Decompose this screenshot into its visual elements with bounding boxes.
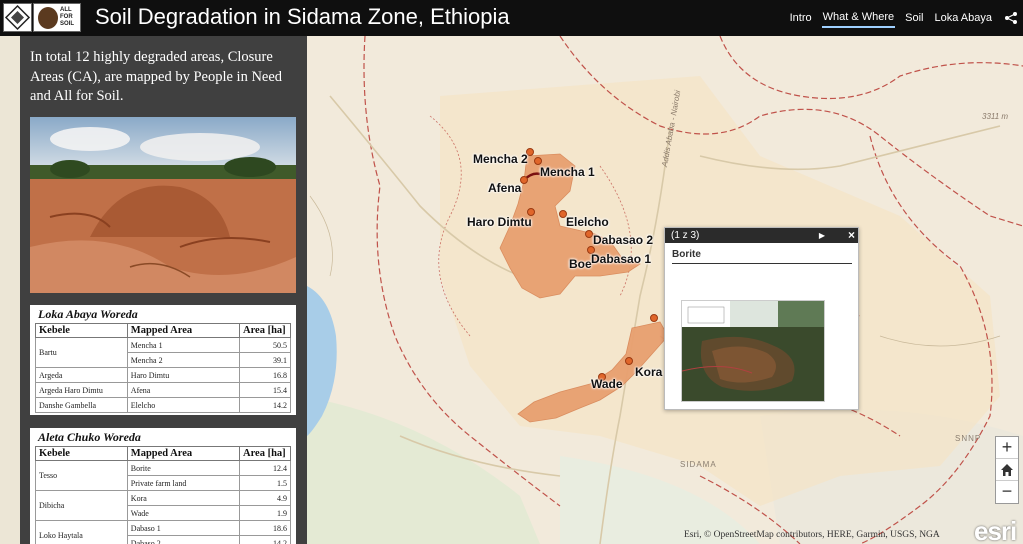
map-label-afena: Afena [488, 181, 522, 195]
popup-header: (1 z 3) ▶ × [665, 228, 858, 243]
eroded-soil-photo [30, 117, 296, 293]
column-header-kebele: Kebele [35, 446, 128, 461]
map-attribution[interactable]: Esri, © OpenStreetMap contributors, HERE… [684, 530, 940, 540]
column-header-mapped-area: Mapped Area [126, 446, 240, 461]
zoom-out-button[interactable]: − [996, 481, 1018, 503]
elevation-label: 3311 m [982, 112, 1009, 121]
map-label-haro-dimtu: Haro Dimtu [467, 215, 532, 229]
map-label-dabasao-1: Dabasao 1 [591, 252, 652, 266]
woreda-title: Loka Abaya Woreda [38, 307, 138, 321]
map-pin-mencha-1[interactable] [534, 157, 542, 165]
woreda-title: Aleta Chuko Woreda [38, 430, 141, 444]
nav-tab-loka-abaya[interactable]: Loka Abaya [934, 9, 994, 27]
map-label-mencha-2: Mencha 2 [473, 152, 528, 166]
zoom-controls: + − [995, 436, 1019, 504]
story-nav: Intro What & Where Soil Loka Abaya [789, 0, 1023, 36]
play-next-icon[interactable]: ▶ [819, 228, 825, 243]
nav-tab-what-where[interactable]: What & Where [821, 8, 896, 28]
app-header: ALL FOR SOIL Soil Degradation in Sidama … [0, 0, 1023, 36]
map-label-wade: Wade [591, 377, 623, 391]
nav-tab-intro[interactable]: Intro [789, 9, 813, 27]
close-icon[interactable]: × [848, 228, 855, 243]
table-row: Bartu Mencha 1 50.5 [35, 337, 292, 368]
region-label-snnp: SNNP [955, 434, 982, 443]
column-header-area-ha: Area [ha] [238, 323, 292, 338]
panel-intro-text: In total 12 highly degraded areas, Closu… [30, 49, 283, 104]
column-header-kebele: Kebele [35, 323, 128, 338]
table-row: Dibicha Kora 4.9 [35, 490, 292, 521]
map-pin-borite[interactable] [650, 314, 658, 322]
map-label-elelcho: Elelcho [566, 215, 609, 229]
table-row: Tesso Borite 12.4 [35, 460, 292, 491]
page-title: Soil Degradation in Sidama Zone, Ethiopi… [95, 4, 510, 29]
map-popup[interactable]: (1 z 3) ▶ × Borite [664, 227, 859, 410]
column-header-area-ha: Area [ha] [238, 446, 292, 461]
zoom-in-button[interactable]: + [996, 437, 1018, 459]
popup-title: Borite [672, 249, 852, 264]
table-row: Danshe Gambella Elelcho 14.2 [35, 397, 292, 413]
map-pin-kora[interactable] [625, 357, 633, 365]
all-for-soil-logo: ALL FOR SOIL [33, 3, 81, 32]
map-label-dabasao-2: Dabasao 2 [593, 233, 654, 247]
home-button[interactable] [996, 459, 1018, 481]
share-icon[interactable] [1004, 11, 1018, 25]
nav-tab-soil[interactable]: Soil [904, 9, 924, 27]
side-panel[interactable]: In total 12 highly degraded areas, Closu… [20, 36, 307, 544]
map-label-boe: Boe [569, 257, 592, 271]
column-header-mapped-area: Mapped Area [126, 323, 240, 338]
table-row: Loko Haytala Dabaso 1 18.6 [35, 520, 292, 544]
popup-counter: (1 z 3) [671, 230, 700, 241]
loka-abaya-table: Loka Abaya Woreda Kebele Mapped Area Are… [30, 305, 296, 415]
home-icon [1001, 464, 1013, 476]
pin-logo [3, 3, 32, 32]
table-row: Argeda Haro Dimtu Afena 15.4 [35, 382, 292, 398]
esri-logo[interactable]: esri [974, 516, 1017, 544]
aleta-chuko-table: Aleta Chuko Woreda Kebele Mapped Area Ar… [30, 428, 296, 544]
popup-satellite-image[interactable] [681, 300, 825, 402]
map-pin-dabasao-2[interactable] [585, 230, 593, 238]
map-label-kora: Kora [635, 365, 663, 379]
region-label-sidama: SIDAMA [680, 460, 717, 469]
table-row: Argeda Haro Dimtu 16.8 [35, 367, 292, 383]
map-label-mencha-1: Mencha 1 [540, 165, 595, 179]
